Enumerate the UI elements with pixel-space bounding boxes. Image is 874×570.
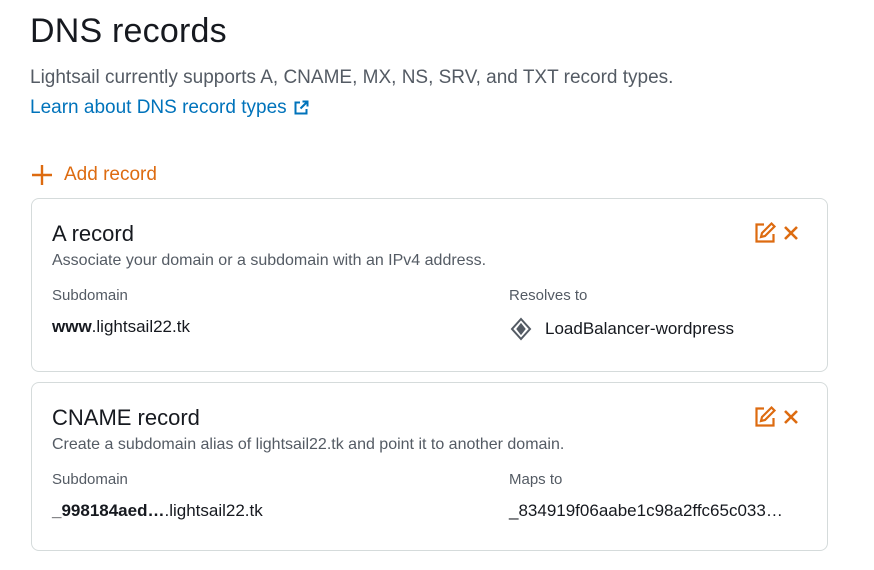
learn-dns-record-types-link[interactable]: Learn about DNS record types xyxy=(30,97,309,119)
subdomain-label: Subdomain xyxy=(52,287,128,304)
record-title: CNAME record xyxy=(52,405,200,430)
subdomain-domain: .lightsail22.tk xyxy=(164,501,263,520)
external-link-icon xyxy=(293,100,309,116)
resolves-to-value: LoadBalancer-wordpress xyxy=(509,317,734,341)
delete-record-button[interactable] xyxy=(779,221,803,245)
add-record-button[interactable]: Add record xyxy=(30,163,157,187)
subdomain-value: _998184aed… .lightsail22.tk xyxy=(52,501,263,521)
load-balancer-icon xyxy=(509,317,533,341)
learn-link-label: Learn about DNS record types xyxy=(30,97,287,118)
close-icon xyxy=(784,226,798,240)
subdomain-value: www .lightsail22.tk xyxy=(52,317,190,337)
edit-icon xyxy=(755,405,777,427)
delete-record-button[interactable] xyxy=(779,405,803,429)
resolves-to-label: Resolves to xyxy=(509,287,588,304)
maps-to-target: _834919f06aabe1c98a2ffc65c033… xyxy=(509,501,783,520)
subdomain-prefix: _998184aed… xyxy=(52,501,165,520)
plus-icon xyxy=(30,163,54,187)
edit-record-button[interactable] xyxy=(753,405,777,429)
dns-records-page: DNS records Lightsail currently supports… xyxy=(0,0,874,570)
page-title: DNS records xyxy=(30,12,227,50)
subdomain-label: Subdomain xyxy=(52,471,128,488)
edit-icon xyxy=(755,221,777,243)
page-subtitle: Lightsail currently supports A, CNAME, M… xyxy=(30,67,674,88)
maps-to-value: _834919f06aabe1c98a2ffc65c033… xyxy=(509,501,783,521)
subdomain-domain: .lightsail22.tk xyxy=(91,317,190,336)
record-actions xyxy=(753,221,803,245)
a-record-card: A record Associate your domain or a subd… xyxy=(31,198,828,372)
close-icon xyxy=(784,410,798,424)
record-title: A record xyxy=(52,221,134,246)
record-description: Associate your domain or a subdomain wit… xyxy=(52,252,487,269)
subdomain-prefix: www xyxy=(52,317,92,336)
resolves-to-target: LoadBalancer-wordpress xyxy=(545,319,734,338)
edit-record-button[interactable] xyxy=(753,221,777,245)
maps-to-label: Maps to xyxy=(509,471,563,488)
record-description: Create a subdomain alias of lightsail22.… xyxy=(52,436,565,453)
cname-record-card: CNAME record Create a subdomain alias of… xyxy=(31,382,828,551)
add-record-label: Add record xyxy=(64,164,157,185)
record-actions xyxy=(753,405,803,429)
